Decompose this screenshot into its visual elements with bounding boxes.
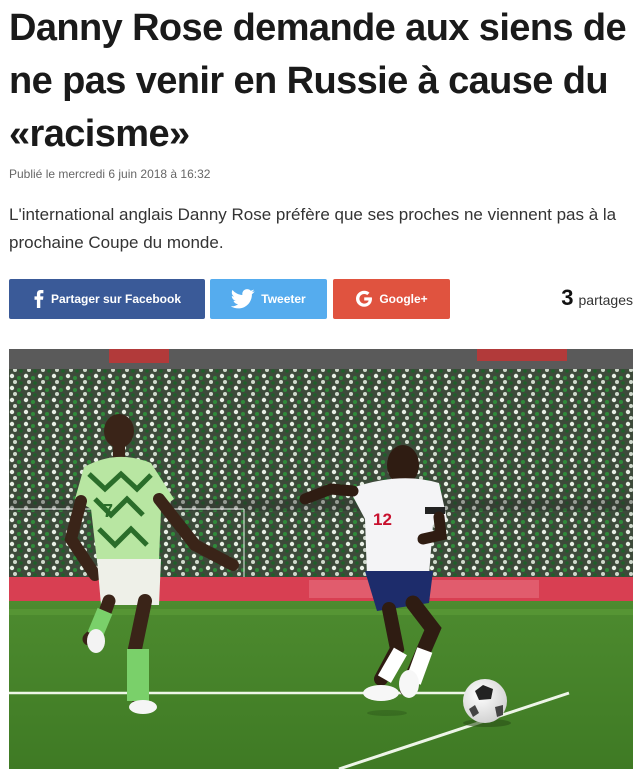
football-match-photo: 7 12 [9, 349, 633, 769]
share-count-number: 3 [561, 285, 574, 310]
share-twitter-button[interactable]: Tweeter [210, 279, 327, 319]
share-google-label: Google+ [379, 292, 428, 306]
share-google-button[interactable]: Google+ [333, 279, 450, 319]
article-lead: L'international anglais Danny Rose préfè… [9, 205, 617, 252]
article: Danny Rose demande aux siens de ne pas v… [0, 0, 637, 769]
article-photo: 7 12 [9, 349, 633, 769]
share-bar: Partager sur Facebook Tweeter Google+ 3 … [9, 279, 633, 319]
google-icon [355, 290, 373, 308]
england-shirt-number: 12 [373, 510, 392, 529]
share-count-label: partages [578, 292, 633, 308]
nigeria-shirt-number: 7 [103, 501, 113, 521]
share-facebook-button[interactable]: Partager sur Facebook [9, 279, 205, 319]
facebook-icon [33, 290, 45, 308]
headline: Danny Rose demande aux siens de ne pas v… [9, 7, 627, 155]
twitter-icon [231, 289, 255, 309]
publish-date: Publié le mercredi 6 juin 2018 à 16:32 [9, 167, 211, 181]
share-facebook-label: Partager sur Facebook [50, 292, 182, 306]
share-count: 3 partages [561, 285, 633, 313]
share-twitter-label: Tweeter [261, 292, 306, 306]
